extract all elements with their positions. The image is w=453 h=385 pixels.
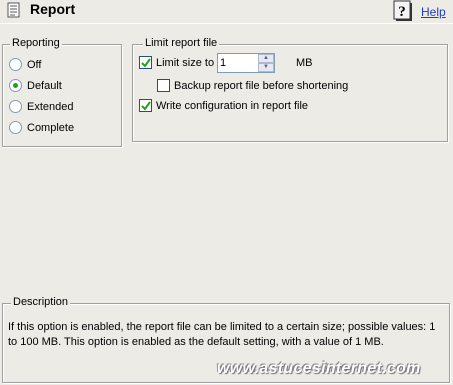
radio-off[interactable]: Off xyxy=(9,58,41,71)
backup-label: Backup report file before shortening xyxy=(174,79,349,92)
size-input[interactable] xyxy=(220,56,256,70)
size-unit: MB xyxy=(296,57,313,69)
description-legend: Description xyxy=(11,296,71,308)
reporting-group: Reporting Off Default Extended Complete xyxy=(2,37,122,147)
spin-down-button[interactable]: ▼ xyxy=(258,63,274,72)
radio-off-label: Off xyxy=(27,58,42,71)
backup-checkbox[interactable]: Backup report file before shortening xyxy=(157,79,348,92)
write-config-label: Write configuration in report file xyxy=(156,99,309,112)
watermark: www.astucesinternet.com xyxy=(217,360,421,377)
write-config-checkbox[interactable]: Write configuration in report file xyxy=(139,99,308,112)
radio-default-button[interactable] xyxy=(9,79,22,92)
svg-text:?: ? xyxy=(398,4,406,20)
radio-default[interactable]: Default xyxy=(9,79,62,92)
limit-size-checkbox[interactable]: Limit size to xyxy=(139,56,214,69)
radio-extended[interactable]: Extended xyxy=(9,100,73,113)
description-text: If this option is enabled, the report fi… xyxy=(8,321,436,348)
page-header: Report ? Help xyxy=(0,0,453,24)
limit-report-group: Limit report file Limit size to ▲ ▼ MB B… xyxy=(132,37,448,142)
reporting-legend: Reporting xyxy=(10,37,62,49)
backup-check[interactable] xyxy=(157,79,170,92)
limit-report-legend: Limit report file xyxy=(143,37,220,49)
report-icon xyxy=(6,2,22,18)
radio-default-label: Default xyxy=(27,79,62,92)
size-stepper[interactable]: ▲ ▼ xyxy=(217,53,275,73)
limit-size-check[interactable] xyxy=(139,56,152,69)
radio-extended-label: Extended xyxy=(27,100,74,113)
help-icon[interactable]: ? xyxy=(393,0,413,21)
header-divider xyxy=(0,23,453,24)
spin-up-button[interactable]: ▲ xyxy=(258,54,274,63)
page-title: Report xyxy=(30,1,76,17)
radio-off-button[interactable] xyxy=(9,58,22,71)
write-config-check[interactable] xyxy=(139,99,152,112)
help-link[interactable]: Help xyxy=(421,5,446,19)
limit-size-label: Limit size to xyxy=(156,56,215,69)
radio-complete-label: Complete xyxy=(27,121,75,134)
radio-extended-button[interactable] xyxy=(9,100,22,113)
radio-complete-button[interactable] xyxy=(9,121,22,134)
radio-complete[interactable]: Complete xyxy=(9,121,74,134)
